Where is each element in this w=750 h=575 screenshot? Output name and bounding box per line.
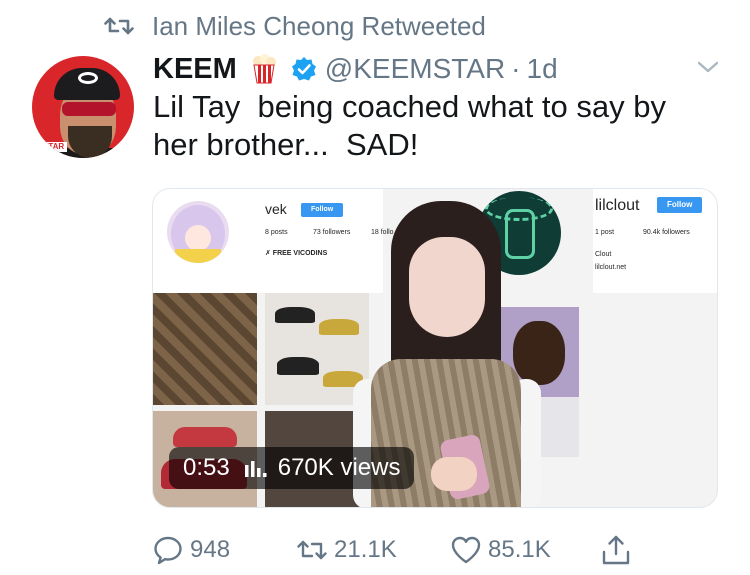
retweet-banner[interactable]: Ian Miles Cheong Retweeted xyxy=(104,10,486,42)
share-icon xyxy=(602,535,630,565)
vek-follow-button: Follow xyxy=(301,203,344,217)
vek-avatar xyxy=(167,201,229,263)
lilclout-follow-button: Follow xyxy=(657,197,703,213)
vek-avatar-face xyxy=(185,225,211,251)
author-handle[interactable]: @KEEMSTAR xyxy=(325,53,505,85)
retweet-icon xyxy=(104,17,134,35)
tweet-text: Lil Tay being coached what to say by her… xyxy=(153,89,666,162)
header-separator: · xyxy=(511,53,521,84)
reply-button[interactable]: 948 xyxy=(152,530,230,570)
author-name[interactable]: KEEM xyxy=(153,53,237,86)
vek-avatar-collar xyxy=(175,249,221,263)
lilclout-bio-link: lilclout.net xyxy=(595,264,627,271)
vek-posts: 8 posts xyxy=(265,229,288,236)
retweet-button[interactable]: 21.1K xyxy=(296,530,397,570)
reply-count: 948 xyxy=(190,536,231,563)
verified-badge-icon xyxy=(291,57,316,81)
video-views: 670K views xyxy=(277,454,401,481)
avatar-glasses xyxy=(62,102,116,116)
video-player[interactable]: vek Follow 8 posts 73 followers 18 follo… xyxy=(152,188,718,508)
cap-logo-icon xyxy=(78,72,98,84)
like-button[interactable]: 85.1K xyxy=(450,530,551,570)
video-duration: 0:53 xyxy=(183,454,230,481)
vek-username: vek xyxy=(265,201,287,217)
lilclout-username: lilclout xyxy=(595,197,640,214)
vek-bio: ✗ FREE VICODINS xyxy=(265,250,328,257)
video-info-overlay: 0:53 670K views xyxy=(169,447,415,489)
retweet-banner-text: Ian Miles Cheong Retweeted xyxy=(152,10,486,41)
sneaker-shape xyxy=(275,307,315,323)
tweet-header: KEEM @KEEMSTAR · 1d xyxy=(153,52,558,86)
avatar-badge: STAR xyxy=(40,142,68,152)
views-bars-icon xyxy=(244,461,267,477)
tweet-time[interactable]: 1d xyxy=(527,53,558,85)
heart-icon xyxy=(451,536,481,564)
sneaker-shape xyxy=(173,427,237,447)
share-button[interactable] xyxy=(600,530,632,570)
vek-post-scarf xyxy=(153,293,257,405)
popcorn-icon xyxy=(252,54,276,84)
subject-face xyxy=(409,237,485,337)
like-count: 85.1K xyxy=(488,536,551,563)
lilclout-bio-name: Clout xyxy=(595,251,612,258)
sneaker-shape xyxy=(277,357,319,375)
avatar[interactable]: STAR xyxy=(32,56,134,158)
lilclout-followers: 90.4k followers xyxy=(643,229,690,236)
retweet-count: 21.1K xyxy=(334,536,397,563)
tweet-actions: 948 21.1K 85.1K xyxy=(152,530,672,570)
subject-hand xyxy=(431,457,477,491)
chevron-down-icon[interactable] xyxy=(696,58,720,76)
retweet-icon xyxy=(297,540,327,560)
lilclout-posts: 1 post xyxy=(595,229,615,236)
reply-icon xyxy=(154,536,182,565)
